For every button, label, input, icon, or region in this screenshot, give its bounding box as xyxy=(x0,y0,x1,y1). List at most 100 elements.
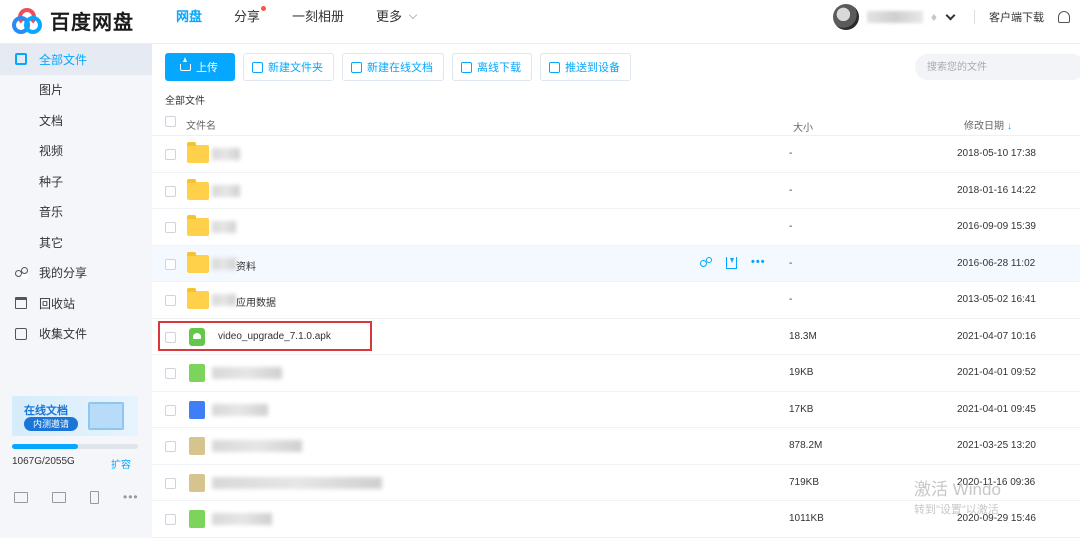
table-row[interactable]: 878.2M 2021-03-25 13:20 xyxy=(152,428,1080,465)
offline-download-button[interactable]: 离线下载 xyxy=(452,53,532,81)
file-size: - xyxy=(789,184,793,196)
table-row[interactable]: 19KB 2021-04-01 09:52 xyxy=(152,355,1080,392)
sidebar-item-label: 种子 xyxy=(39,174,64,189)
row-checkbox[interactable] xyxy=(165,295,176,306)
table-row[interactable]: 17KB 2021-04-01 09:45 xyxy=(152,392,1080,428)
file-date: 2021-04-07 10:16 xyxy=(957,330,1036,342)
table-row[interactable]: 应用数据 - 2013-05-02 16:41 xyxy=(152,282,1080,319)
sidebar-item-documents[interactable]: 文档 xyxy=(0,105,152,136)
file-size: 18.3M xyxy=(789,330,817,342)
row-checkbox[interactable] xyxy=(165,404,176,416)
search-input[interactable] xyxy=(915,54,1080,80)
device-icon xyxy=(549,61,560,73)
sidebar-item-all-files[interactable]: 全部文件 xyxy=(0,44,152,75)
logo[interactable]: 百度网盘 xyxy=(12,6,134,35)
username-blurred[interactable] xyxy=(866,11,923,23)
client-download-link[interactable]: 客户端下载 xyxy=(989,9,1044,25)
desktop-icon[interactable] xyxy=(14,491,28,503)
more-icon[interactable]: ••• xyxy=(751,256,766,269)
file-size: 878.2M xyxy=(789,440,823,451)
file-name[interactable]: 资料 xyxy=(236,258,256,273)
column-header-name[interactable]: 文件名 xyxy=(186,117,216,132)
column-header-date-label: 修改日期 xyxy=(964,121,1004,132)
filename-blurred xyxy=(212,403,268,416)
row-checkbox[interactable] xyxy=(165,258,176,270)
storage-quota-fill xyxy=(12,444,78,449)
row-checkbox[interactable] xyxy=(165,185,176,197)
sidebar-item-torrents[interactable]: 种子 xyxy=(0,166,152,197)
sidebar-item-images[interactable]: 图片 xyxy=(0,75,152,106)
new-folder-icon xyxy=(252,61,263,73)
folder-icon xyxy=(187,288,209,309)
row-checkbox[interactable] xyxy=(165,368,176,379)
column-header-date[interactable]: 修改日期 ↓ xyxy=(964,117,1012,132)
file-name[interactable]: video_upgrade_7.1.0.apk xyxy=(218,331,331,342)
file-date: 2018-01-16 14:22 xyxy=(957,184,1036,196)
share-icon[interactable] xyxy=(700,256,712,269)
sidebar-item-collect-files[interactable]: 收集文件 xyxy=(0,319,152,350)
nav-share[interactable]: 分享 xyxy=(218,0,276,44)
files-icon xyxy=(15,53,27,65)
online-doc-promo[interactable]: 在线文档 内测邀请 xyxy=(12,396,138,436)
phone-icon[interactable] xyxy=(90,490,99,504)
file-size: - xyxy=(789,257,793,269)
file-date: 2021-03-25 13:20 xyxy=(957,440,1036,451)
more-icon[interactable]: ••• xyxy=(123,490,139,504)
folder-icon xyxy=(187,215,209,236)
column-header-size[interactable]: 大小 xyxy=(793,119,813,134)
avatar[interactable] xyxy=(832,4,859,30)
breadcrumb[interactable]: 全部文件 xyxy=(165,92,205,107)
file-size: - xyxy=(789,221,793,232)
offline-download-label: 离线下载 xyxy=(477,62,521,74)
table-row[interactable]: - 2018-01-16 14:22 xyxy=(152,173,1080,209)
toolbar: 上传 新建文件夹 新建在线文档 离线下载 推送到设备 xyxy=(165,53,631,81)
user-area: ♦ 客户端下载 xyxy=(832,0,1070,34)
filename-blurred xyxy=(212,513,272,525)
table-row[interactable]: - 2016-09-09 15:39 xyxy=(152,209,1080,246)
new-online-doc-button[interactable]: 新建在线文档 xyxy=(342,53,444,81)
promo-invite-button[interactable]: 内测邀请 xyxy=(24,417,78,431)
nav-album[interactable]: 一刻相册 xyxy=(276,0,360,44)
row-checkbox[interactable] xyxy=(165,514,176,525)
divider xyxy=(974,10,975,24)
table-row-highlighted[interactable]: video_upgrade_7.1.0.apk 18.3M 2021-04-07… xyxy=(152,319,1080,355)
row-checkbox[interactable] xyxy=(165,477,176,489)
nav-label: 一刻相册 xyxy=(292,9,345,24)
android-apk-icon xyxy=(189,327,205,346)
sidebar-item-other[interactable]: 其它 xyxy=(0,227,152,258)
filename-blurred xyxy=(212,184,240,197)
select-all-checkbox[interactable] xyxy=(165,116,176,127)
upload-button[interactable]: 上传 xyxy=(165,53,235,81)
sidebar-item-recycle-bin[interactable]: 回收站 xyxy=(0,288,152,319)
table-row[interactable]: - 2018-05-10 17:38 xyxy=(152,136,1080,173)
sort-down-icon: ↓ xyxy=(1007,121,1012,132)
nav-more[interactable]: 更多 xyxy=(360,0,432,44)
sidebar-item-label: 我的分享 xyxy=(39,266,88,281)
sidebar-item-videos[interactable]: 视频 xyxy=(0,136,152,167)
new-folder-button[interactable]: 新建文件夹 xyxy=(243,53,334,81)
table-row[interactable]: 资料 ••• - 2016-06-28 11:02 xyxy=(152,245,1080,282)
tablet-icon[interactable] xyxy=(52,491,66,503)
file-name[interactable]: 应用数据 xyxy=(236,294,276,309)
row-checkbox[interactable] xyxy=(165,222,176,233)
nav-netdisk[interactable]: 网盘 xyxy=(160,0,218,44)
file-date: 2021-04-01 09:52 xyxy=(957,367,1036,378)
download-icon[interactable] xyxy=(726,256,737,269)
sidebar-item-my-shares[interactable]: 我的分享 xyxy=(0,258,152,289)
sidebar-item-music[interactable]: 音乐 xyxy=(0,197,152,228)
nav-label: 更多 xyxy=(376,9,403,24)
nav-label: 分享 xyxy=(234,9,261,24)
trash-icon xyxy=(15,297,27,309)
row-checkbox[interactable] xyxy=(165,331,176,343)
nav-label: 网盘 xyxy=(176,9,203,24)
row-checkbox[interactable] xyxy=(165,441,176,452)
file-list: - 2018-05-10 17:38 - 2018-01-16 14:22 - … xyxy=(152,136,1080,538)
bell-icon[interactable] xyxy=(1058,11,1070,23)
expand-storage-link[interactable]: 扩容 xyxy=(111,456,131,471)
chevron-down-icon[interactable] xyxy=(945,10,956,20)
push-to-device-button[interactable]: 推送到设备 xyxy=(540,53,631,81)
main-nav: 网盘 分享 一刻相册 更多 xyxy=(160,0,432,44)
document-icon xyxy=(351,61,362,73)
notification-dot xyxy=(261,6,267,11)
row-checkbox[interactable] xyxy=(165,149,176,160)
